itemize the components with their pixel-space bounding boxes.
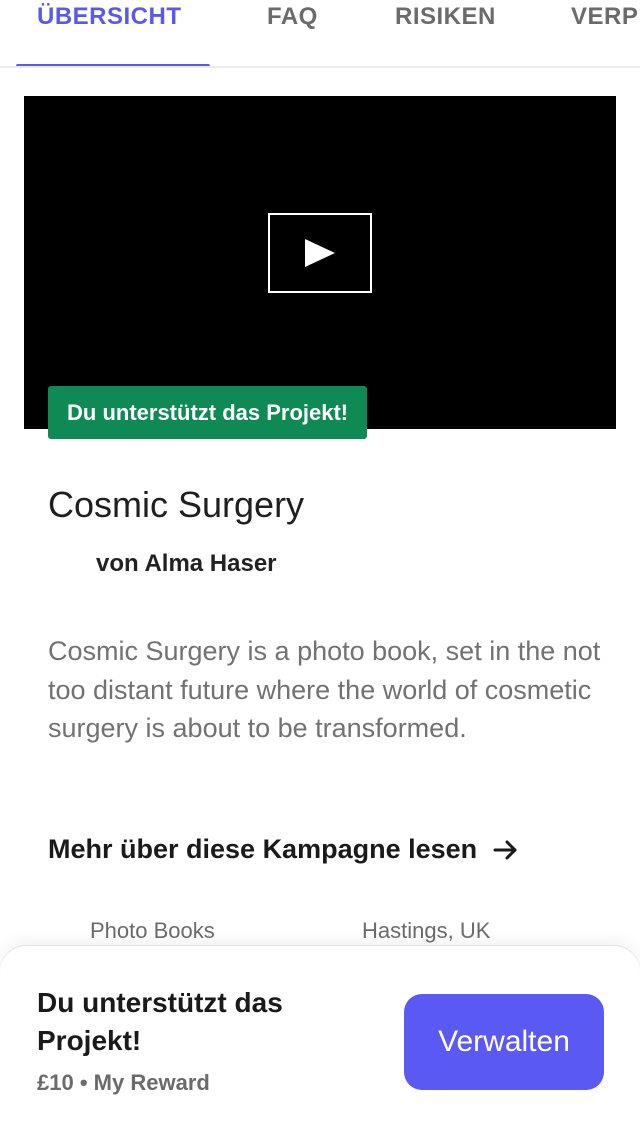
- pledge-amount: £10: [37, 1070, 74, 1095]
- manage-button[interactable]: Verwalten: [404, 994, 604, 1090]
- reward-name: My Reward: [93, 1070, 210, 1095]
- separator-dot: •: [79, 1070, 88, 1095]
- category-link[interactable]: Photo Books: [90, 918, 215, 944]
- pledge-summary: £10 • My Reward: [37, 1070, 210, 1096]
- backing-bottom-bar: Du unterstützt das Projekt! £10 • My Rew…: [0, 946, 640, 1136]
- read-more-link[interactable]: Mehr über diese Kampagne lesen: [48, 834, 519, 865]
- project-title: Cosmic Surgery: [48, 484, 305, 525]
- tab-risks[interactable]: RISIKEN: [395, 0, 496, 66]
- tab-faq[interactable]: FAQ: [267, 0, 318, 66]
- arrow-right-icon: [493, 840, 517, 859]
- tab-overview[interactable]: ÜBERSICHT: [37, 0, 182, 66]
- active-tab-indicator: [16, 64, 210, 66]
- backing-badge: Du unterstützt das Projekt!: [48, 386, 368, 439]
- tab-bar: ÜBERSICHT FAQ RISIKEN VERP: [0, 0, 640, 68]
- read-more-label: Mehr über diese Kampagne lesen: [48, 834, 478, 864]
- video-player[interactable]: [24, 96, 616, 429]
- project-description: Cosmic Surgery is a photo book, set in t…: [48, 636, 601, 743]
- backing-status-title: Du unterstützt das Projekt!: [37, 987, 283, 1056]
- project-author[interactable]: von Alma Haser: [96, 550, 277, 578]
- play-icon: [305, 239, 335, 267]
- location-link[interactable]: Hastings, UK: [362, 918, 490, 944]
- tab-updates[interactable]: VERP: [571, 0, 638, 66]
- play-button[interactable]: [268, 213, 372, 293]
